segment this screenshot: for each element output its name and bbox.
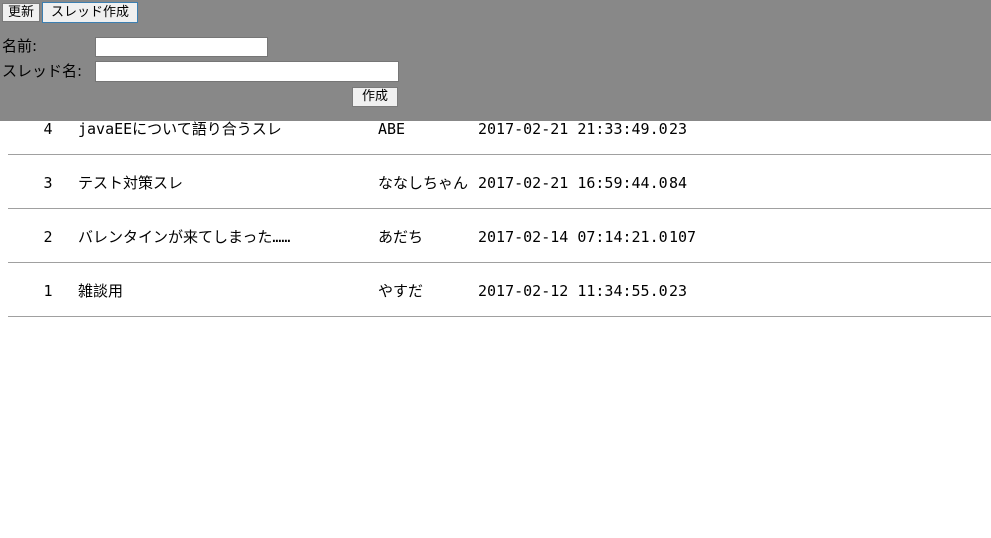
create-button[interactable]: 作成 <box>352 87 398 107</box>
table-row[interactable]: 2 バレンタインが来てしまった…… あだち 2017-02-14 07:14:2… <box>8 209 991 263</box>
thread-author: ななしちゃん <box>378 174 469 192</box>
create-thread-toggle-button[interactable]: スレッド作成 <box>42 2 138 23</box>
thread-author: やすだ <box>378 282 424 300</box>
name-input[interactable] <box>95 37 268 57</box>
thread-post-count: 107 <box>669 228 697 246</box>
thread-created-at: 2017-02-12 11:34:55.0 <box>478 282 668 300</box>
thread-id: 4 <box>43 120 53 138</box>
thread-title[interactable]: テスト対策スレ <box>78 173 183 193</box>
thread-post-count: 23 <box>669 120 688 138</box>
table-row[interactable]: 1 雑談用 やすだ 2017-02-12 11:34:55.0 23 <box>8 263 991 317</box>
refresh-button[interactable]: 更新 <box>2 3 40 22</box>
thread-name-label: スレッド名: <box>2 62 83 80</box>
thread-id: 1 <box>43 282 53 300</box>
thread-title[interactable]: バレンタインが来てしまった…… <box>78 227 290 247</box>
thread-post-count: 84 <box>669 174 688 192</box>
thread-author: あだち <box>378 228 424 246</box>
thread-created-at: 2017-02-21 21:33:49.0 <box>478 120 668 138</box>
create-thread-panel: 更新 スレッド作成 名前: スレッド名: 作成 <box>0 0 991 121</box>
thread-post-count: 23 <box>669 282 688 300</box>
thread-title[interactable]: 雑談用 <box>78 281 123 301</box>
thread-created-at: 2017-02-21 16:59:44.0 <box>478 174 668 192</box>
thread-created-at: 2017-02-14 07:14:21.0 <box>478 228 668 246</box>
thread-name-input[interactable] <box>95 61 399 82</box>
table-row[interactable]: 3 テスト対策スレ ななしちゃん 2017-02-21 16:59:44.0 8… <box>8 155 991 209</box>
thread-id: 2 <box>43 228 53 246</box>
thread-list: 4 javaEEについて語り合うスレ ABE 2017-02-21 21:33:… <box>8 101 991 317</box>
name-label: 名前: <box>2 37 38 55</box>
thread-author: ABE <box>378 120 406 138</box>
thread-title[interactable]: javaEEについて語り合うスレ <box>78 119 282 139</box>
thread-id: 3 <box>43 174 53 192</box>
